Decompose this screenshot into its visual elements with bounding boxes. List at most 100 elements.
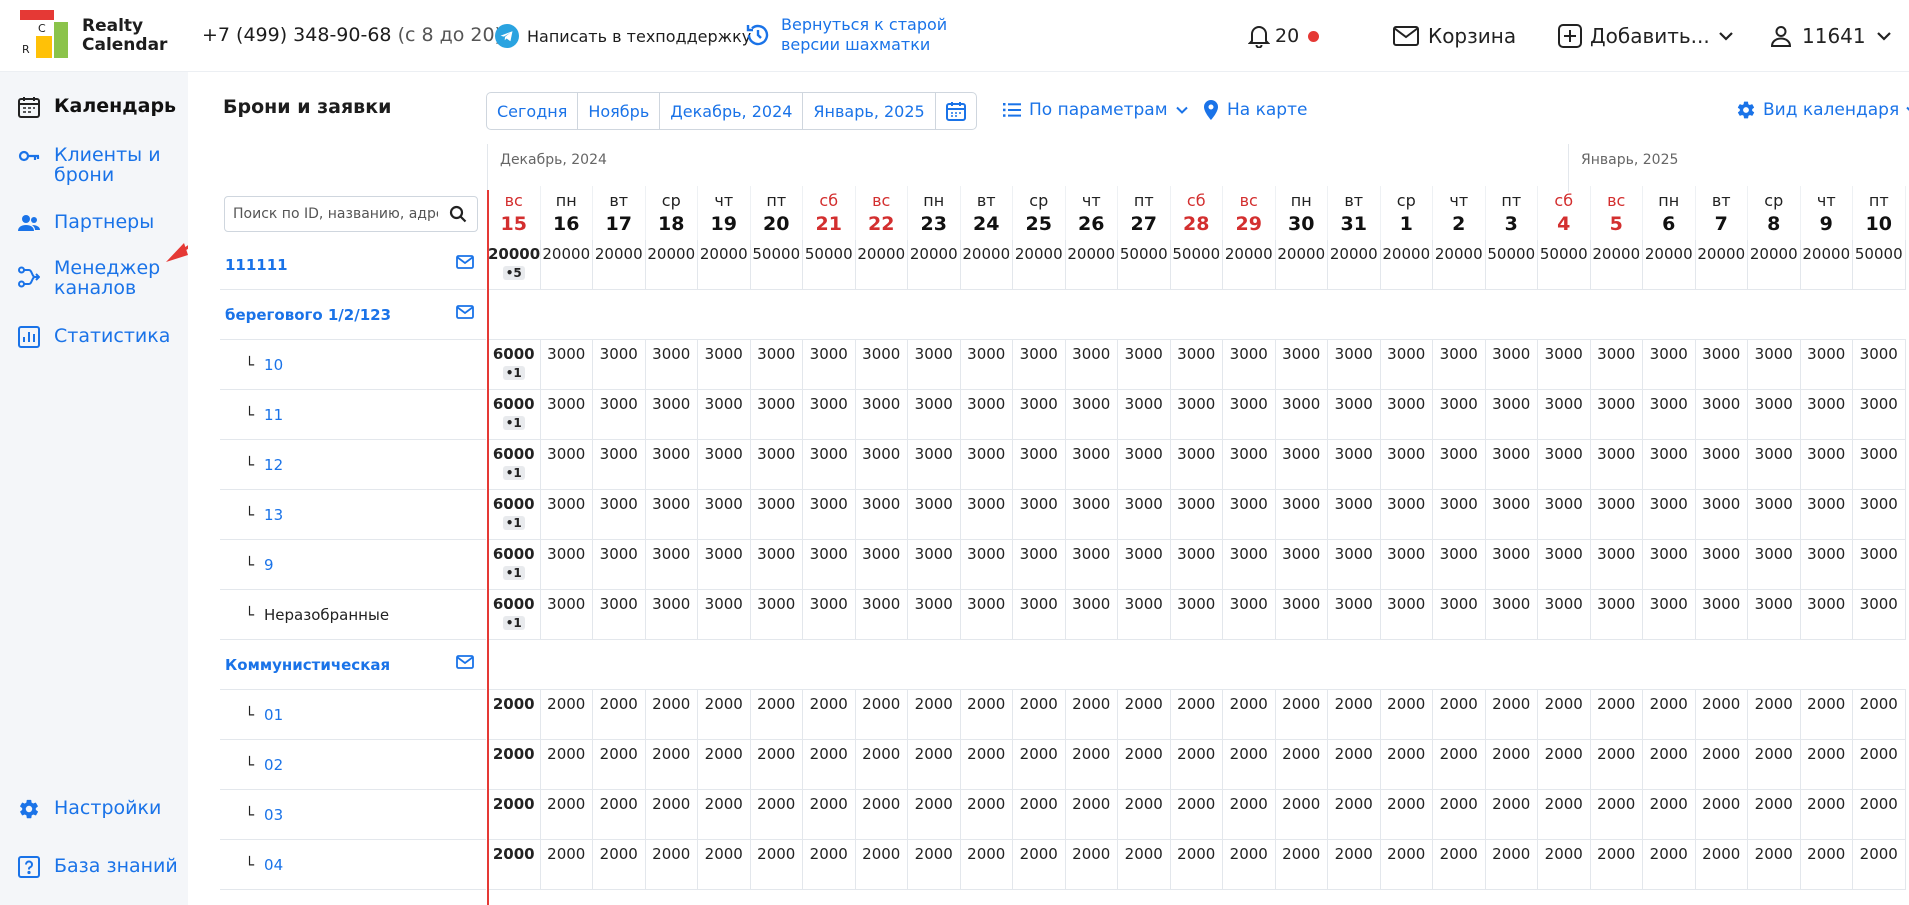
price-cell[interactable]: 3000: [1066, 590, 1118, 639]
price-cell[interactable]: 3000: [1328, 440, 1381, 489]
price-cell[interactable]: 3000: [1118, 540, 1171, 589]
price-cell[interactable]: 2000: [698, 740, 751, 789]
price-cell[interactable]: 3000: [1801, 440, 1853, 489]
price-cell[interactable]: 3000: [1696, 340, 1748, 389]
price-cell[interactable]: 3000: [856, 540, 908, 589]
price-cell[interactable]: 3000: [698, 490, 751, 539]
price-cell[interactable]: 3000: [593, 440, 646, 489]
price-cell[interactable]: 3000: [1853, 440, 1906, 489]
price-cell[interactable]: 3000: [961, 390, 1013, 439]
price-cell[interactable]: 3000: [856, 440, 908, 489]
price-cell[interactable]: 2000: [1171, 790, 1223, 839]
price-cell[interactable]: 50000: [1486, 240, 1538, 289]
price-cell[interactable]: 2000: [1643, 790, 1696, 839]
price-cell[interactable]: 2000: [908, 790, 961, 839]
price-cell[interactable]: 3000: [751, 440, 803, 489]
price-cell[interactable]: 2000: [1013, 790, 1066, 839]
price-cell[interactable]: 3000: [1748, 390, 1801, 439]
price-cell[interactable]: 2000: [1486, 690, 1538, 739]
price-cell[interactable]: 3000: [1696, 490, 1748, 539]
price-cell[interactable]: 20000: [961, 240, 1013, 289]
price-cell[interactable]: 3000: [1486, 540, 1538, 589]
price-cell[interactable]: 20000: [1748, 240, 1801, 289]
price-cell[interactable]: 2000: [961, 740, 1013, 789]
price-cell[interactable]: 2000: [541, 840, 593, 889]
price-cell[interactable]: 2000: [593, 840, 646, 889]
price-cell[interactable]: 2000: [488, 840, 541, 889]
price-cell[interactable]: 2000: [488, 690, 541, 739]
price-cell[interactable]: 2000: [646, 690, 698, 739]
price-cell[interactable]: 20000: [856, 240, 908, 289]
price-cell[interactable]: 3000: [1276, 490, 1328, 539]
mail-icon[interactable]: [456, 305, 474, 319]
price-cell[interactable]: 3000: [908, 390, 961, 439]
price-cell[interactable]: 2000: [1223, 740, 1276, 789]
price-cell[interactable]: 2000: [1748, 840, 1801, 889]
price-cell[interactable]: 2000: [1853, 690, 1906, 739]
price-cell[interactable]: 3000: [1433, 340, 1486, 389]
price-cell[interactable]: 2000: [1486, 840, 1538, 889]
price-cell[interactable]: 3000: [1801, 490, 1853, 539]
price-cell[interactable]: 3000: [541, 340, 593, 389]
price-cell[interactable]: 2000: [1223, 690, 1276, 739]
price-cell[interactable]: 2000: [856, 790, 908, 839]
price-cell[interactable]: 3000: [1328, 590, 1381, 639]
price-cell[interactable]: 2000: [646, 740, 698, 789]
price-cell[interactable]: 3000: [1696, 540, 1748, 589]
price-cell[interactable]: 20000: [1643, 240, 1696, 289]
price-cell[interactable]: 2000: [1801, 840, 1853, 889]
price-cell[interactable]: 3000: [1748, 540, 1801, 589]
price-cell[interactable]: 3000: [646, 540, 698, 589]
price-cell[interactable]: 2000: [1486, 790, 1538, 839]
price-cell[interactable]: 2000: [698, 690, 751, 739]
price-cell[interactable]: 2000: [1591, 840, 1643, 889]
price-cell[interactable]: 3000: [803, 540, 856, 589]
price-cell[interactable]: 3000: [856, 490, 908, 539]
price-cell[interactable]: 3000: [1276, 540, 1328, 589]
price-cell[interactable]: 3000: [908, 340, 961, 389]
price-cell[interactable]: 50000: [1118, 240, 1171, 289]
price-cell[interactable]: 2000: [1538, 790, 1591, 839]
price-cell[interactable]: 3000: [698, 390, 751, 439]
price-cell[interactable]: 2000: [1433, 740, 1486, 789]
date-picker-button[interactable]: [936, 93, 976, 129]
object-unit[interactable]: └ 9: [220, 540, 486, 590]
price-cell[interactable]: 2000: [1748, 790, 1801, 839]
price-cell[interactable]: 2000: [698, 840, 751, 889]
price-cell[interactable]: 3000: [1013, 390, 1066, 439]
price-cell[interactable]: 3000: [1276, 390, 1328, 439]
price-cell[interactable]: 3000: [961, 440, 1013, 489]
price-cell[interactable]: 2000: [593, 690, 646, 739]
price-cell[interactable]: 2000: [751, 690, 803, 739]
object-unit[interactable]: └ Неразобранные: [220, 590, 486, 640]
price-cell[interactable]: 3000: [646, 590, 698, 639]
price-cell[interactable]: 2000: [1381, 740, 1433, 789]
booking-count-badge[interactable]: •1: [502, 516, 525, 530]
price-cell[interactable]: 6000 •1: [488, 440, 541, 489]
price-cell[interactable]: 3000: [593, 340, 646, 389]
price-cell[interactable]: 3000: [1643, 540, 1696, 589]
price-cell[interactable]: 2000: [1696, 690, 1748, 739]
price-cell[interactable]: 3000: [1591, 440, 1643, 489]
price-cell[interactable]: 3000: [1381, 390, 1433, 439]
price-cell[interactable]: 3000: [1328, 490, 1381, 539]
price-cell[interactable]: 3000: [1853, 490, 1906, 539]
price-cell[interactable]: 2000: [856, 690, 908, 739]
price-cell[interactable]: 3000: [646, 390, 698, 439]
price-cell[interactable]: 2000: [1801, 790, 1853, 839]
price-cell[interactable]: 3000: [1223, 490, 1276, 539]
price-cell[interactable]: 3000: [908, 590, 961, 639]
price-cell[interactable]: 3000: [1381, 540, 1433, 589]
price-cell[interactable]: 2000: [1538, 840, 1591, 889]
price-cell[interactable]: 2000: [488, 790, 541, 839]
sidebar-item-settings[interactable]: Настройки: [18, 798, 179, 820]
price-cell[interactable]: 50000: [751, 240, 803, 289]
price-cell[interactable]: 3000: [961, 590, 1013, 639]
price-cell[interactable]: 20000: [1276, 240, 1328, 289]
price-cell[interactable]: 2000: [1118, 840, 1171, 889]
price-cell[interactable]: 3000: [1538, 340, 1591, 389]
price-cell[interactable]: 3000: [593, 490, 646, 539]
price-cell[interactable]: 3000: [1696, 390, 1748, 439]
price-cell[interactable]: 20000: [646, 240, 698, 289]
support-link[interactable]: Написать в техподдержку: [495, 24, 751, 48]
